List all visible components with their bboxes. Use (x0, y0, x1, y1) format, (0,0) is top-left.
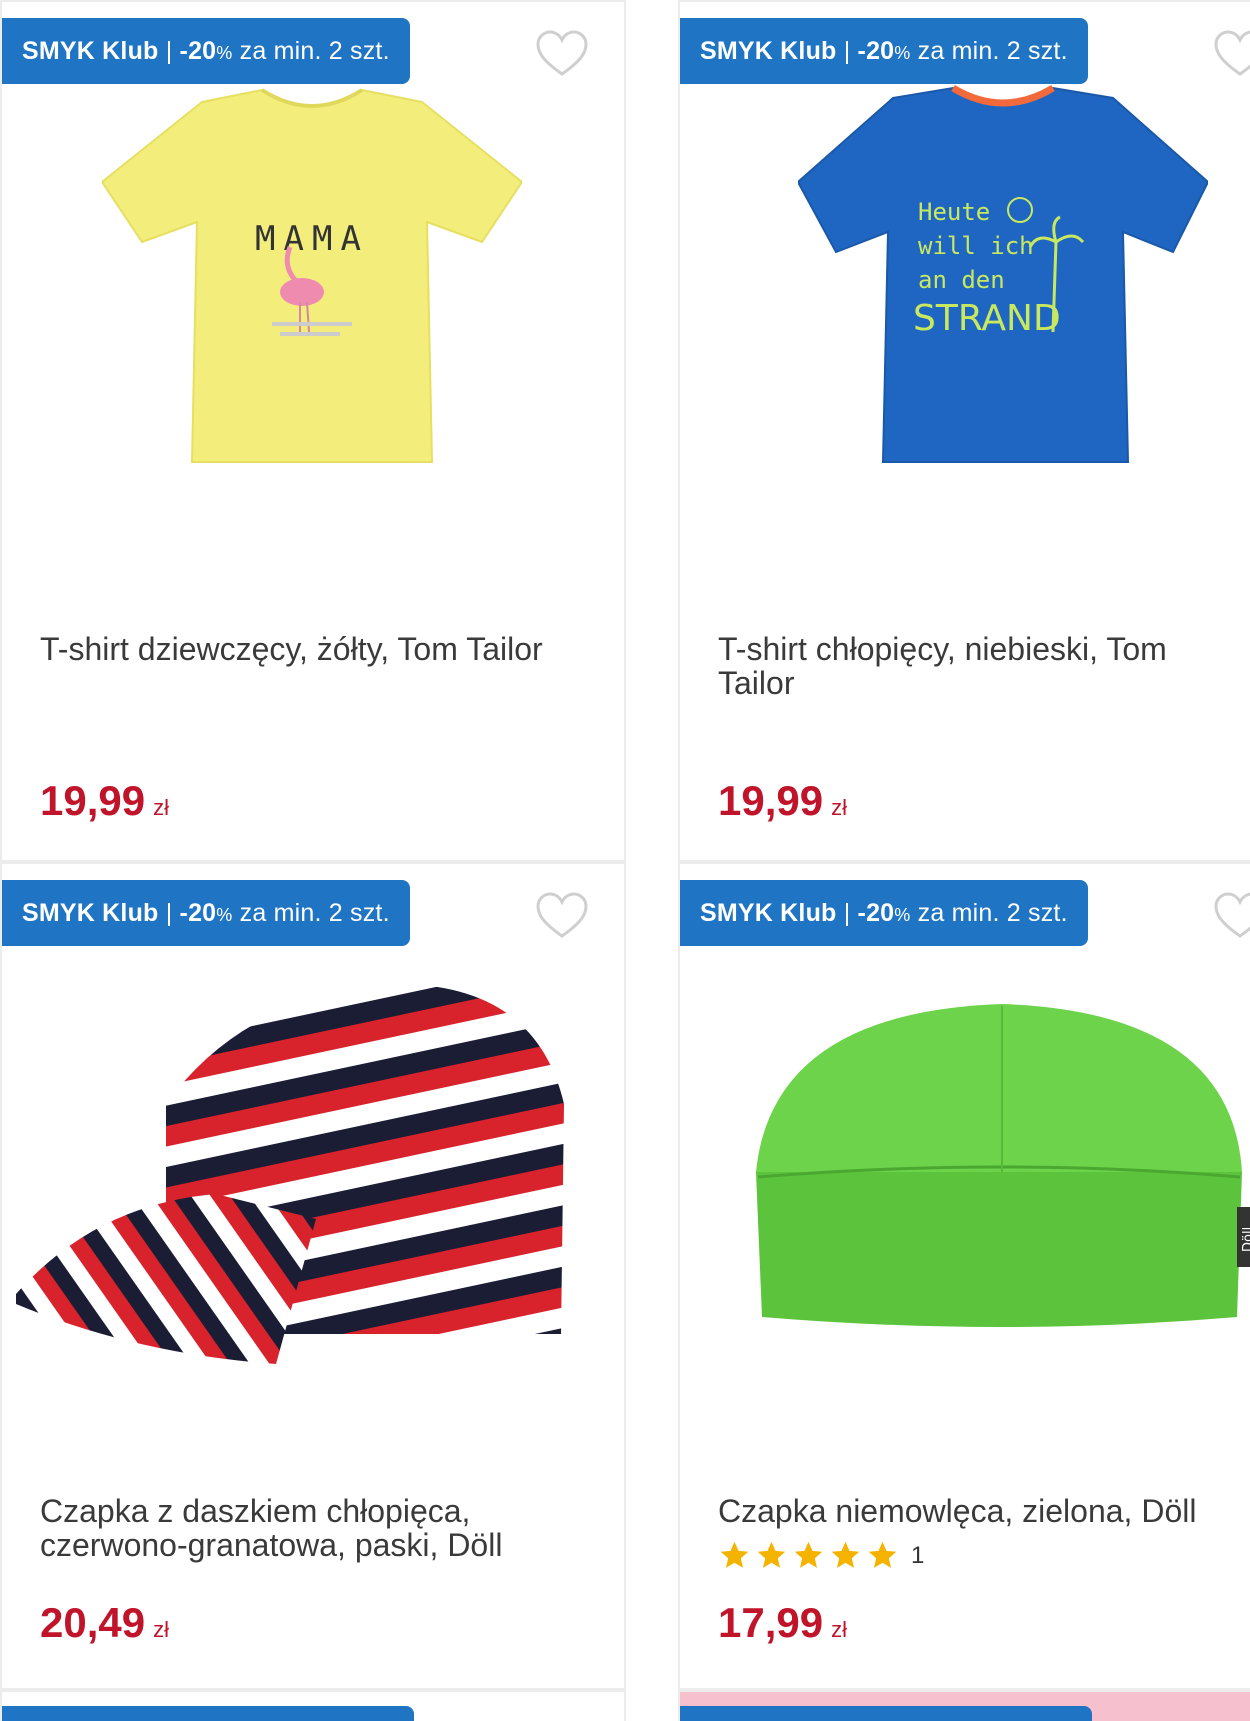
tshirt-print-line: STRAND (913, 298, 1061, 339)
star-icon (794, 1541, 823, 1568)
product-card[interactable]: SMYK Klub | -20% za min. 2 szt. MAMA T-s… (0, 0, 626, 862)
heart-icon[interactable] (536, 30, 588, 78)
promo-badge: SMYK Klub | -20% za min. 2 szt. (2, 18, 410, 84)
product-image[interactable]: Döll (752, 992, 1250, 1342)
star-icon (757, 1541, 786, 1568)
product-name[interactable]: T-shirt chłopięcy, niebieski, Tom Tailor (718, 632, 1236, 700)
product-tag-text: Döll (1241, 1227, 1250, 1252)
promo-badge (680, 1706, 1092, 1721)
promo-badge (2, 1706, 414, 1721)
heart-icon[interactable] (1214, 892, 1250, 940)
tshirt-print-line: will ich (918, 232, 1034, 260)
product-price: 17,99 zł (718, 1599, 847, 1646)
product-card[interactable] (0, 1690, 626, 1721)
tshirt-print-line: an den (918, 266, 1005, 294)
star-icon (868, 1541, 897, 1568)
product-card[interactable]: SMYK Klub | -20% za min. 2 szt. Döll Cza… (678, 862, 1250, 1690)
tshirt-print-text: MAMA (255, 219, 369, 259)
product-price: 20,49 zł (40, 1599, 169, 1646)
product-image[interactable] (16, 974, 606, 1364)
product-grid: SMYK Klub | -20% za min. 2 szt. MAMA T-s… (0, 0, 1250, 1721)
rating-count: 1 (911, 1541, 925, 1569)
rating-stars: 1 (718, 1539, 924, 1572)
star-icon (720, 1541, 749, 1568)
star-icon (831, 1541, 860, 1568)
promo-badge: SMYK Klub | -20% za min. 2 szt. (2, 880, 410, 946)
product-image[interactable]: MAMA (102, 82, 522, 472)
product-image[interactable]: Heute will ich an den STRAND (798, 82, 1208, 472)
product-price: 19,99 zł (40, 777, 169, 824)
product-name[interactable]: T-shirt dziewczęcy, żółty, Tom Tailor (40, 632, 604, 666)
product-price: 19,99 zł (718, 777, 847, 824)
product-name[interactable]: Czapka z daszkiem chłopięca, czerwono-gr… (40, 1494, 544, 1562)
tshirt-print-line: Heute (918, 198, 990, 226)
promo-badge: SMYK Klub | -20% za min. 2 szt. (680, 18, 1088, 84)
promo-badge: SMYK Klub | -20% za min. 2 szt. (680, 880, 1088, 946)
heart-icon[interactable] (1214, 30, 1250, 78)
product-card[interactable]: SMYK Klub | -20% za min. 2 szt. Czapka z… (0, 862, 626, 1690)
product-card[interactable]: SMYK Klub | -20% za min. 2 szt. Heute wi… (678, 0, 1250, 862)
heart-icon[interactable] (536, 892, 588, 940)
product-name[interactable]: Czapka niemowlęca, zielona, Döll (718, 1494, 1250, 1528)
product-card[interactable] (678, 1690, 1250, 1721)
